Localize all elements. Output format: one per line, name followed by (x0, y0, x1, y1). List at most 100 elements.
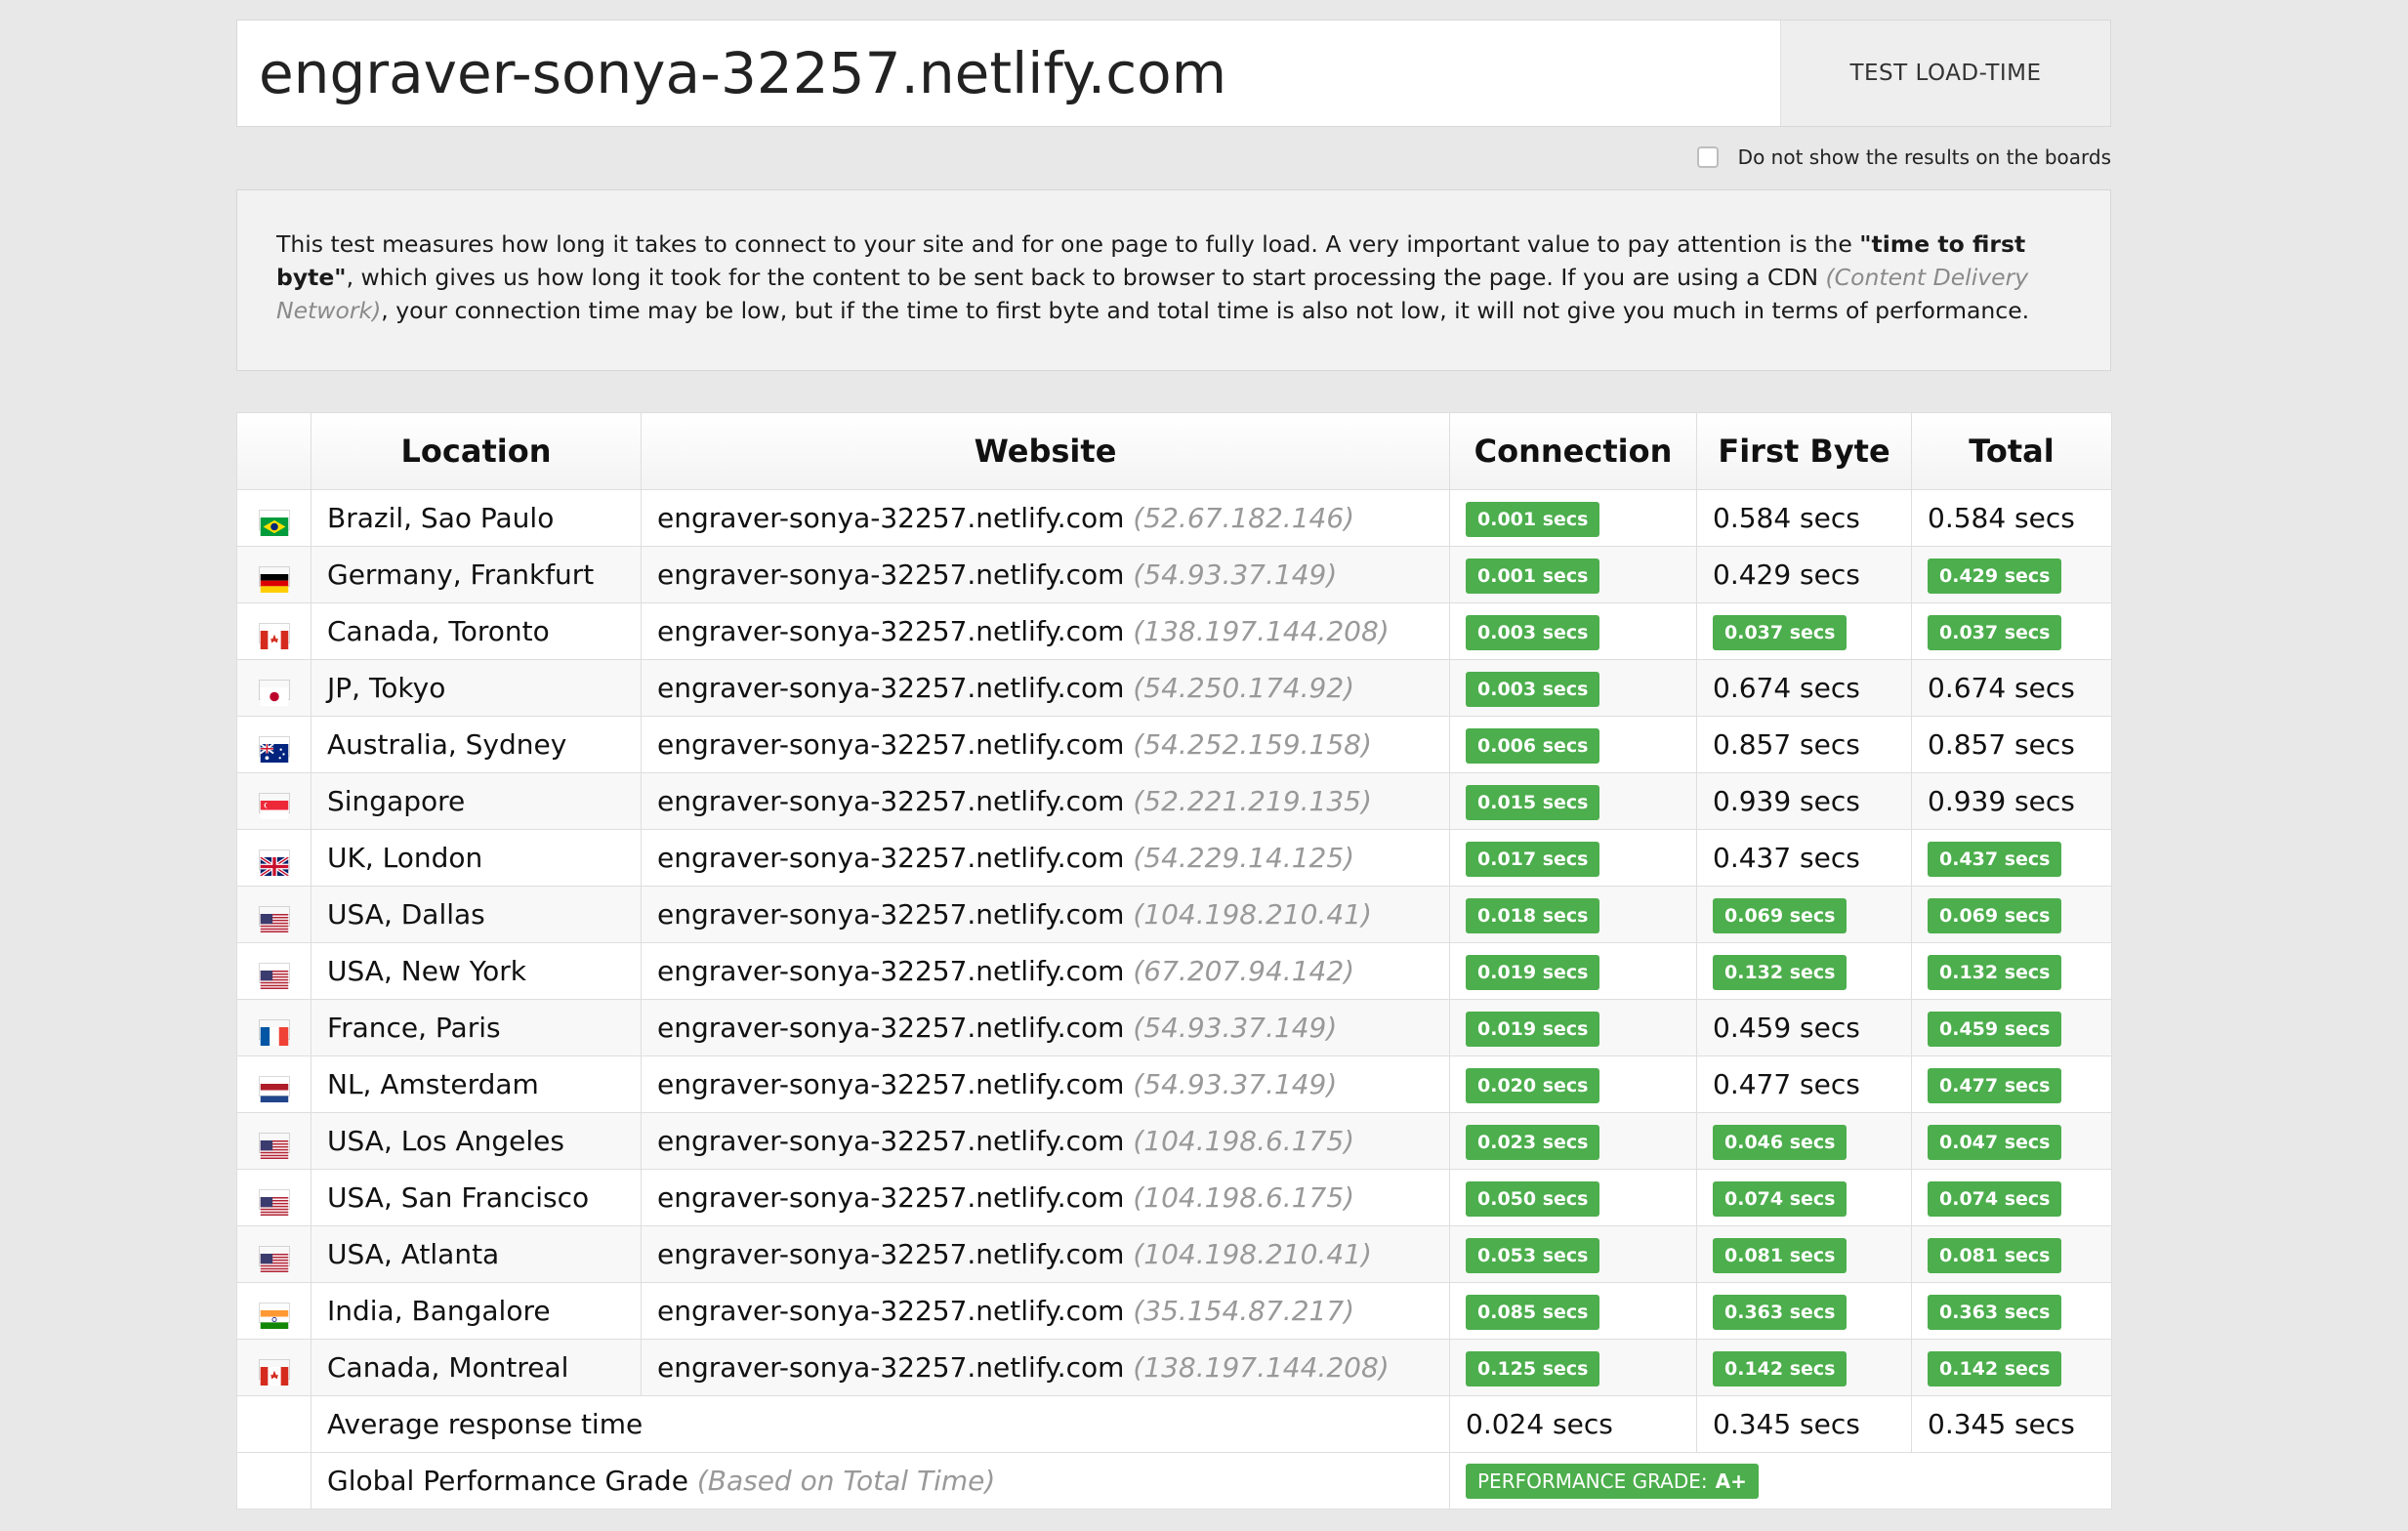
website-cell: engraver-sonya-32257.netlify.com (104.19… (641, 886, 1450, 943)
connection-cell: 0.001 secs (1449, 546, 1697, 603)
average-first-byte: 0.345 secs (1696, 1395, 1912, 1453)
total-badge: 0.081 secs (1928, 1237, 2062, 1273)
grade-flag-cell (236, 1452, 311, 1510)
website-cell: engraver-sonya-32257.netlify.com (138.19… (641, 602, 1450, 660)
location-cell: USA, San Francisco (311, 1169, 642, 1226)
total-cell: 0.069 secs (1911, 886, 2112, 943)
header-first-byte: First Byte (1696, 412, 1912, 490)
location-name: Singapore (327, 785, 466, 817)
website-host: engraver-sonya-32257.netlify.com (657, 785, 1125, 817)
total-badge: 0.477 secs (1928, 1067, 2062, 1103)
website-ip: (54.229.14.125) (1133, 842, 1355, 874)
grade-row: Global Performance Grade (Based on Total… (236, 1452, 2112, 1510)
hide-results-label: Do not show the results on the boards (1737, 145, 2111, 169)
website-ip: (54.250.174.92) (1133, 672, 1355, 704)
connection-cell: 0.020 secs (1449, 1055, 1697, 1113)
location-cell: USA, New York (311, 942, 642, 1000)
flag-cell (236, 602, 311, 660)
grade-badge-value: A+ (1715, 1469, 1747, 1493)
first-byte-badge: 0.046 secs (1713, 1124, 1848, 1160)
website-host: engraver-sonya-32257.netlify.com (657, 1181, 1125, 1214)
first-byte-value: 0.857 secs (1713, 728, 1860, 761)
location-name: France, Paris (327, 1012, 501, 1044)
grade-label: Global Performance Grade (327, 1465, 688, 1497)
first-byte-badge: 0.037 secs (1713, 614, 1848, 650)
first-byte-cell: 0.459 secs (1696, 999, 1912, 1056)
total-cell: 0.939 secs (1911, 772, 2112, 830)
page-container: TEST LOAD-TIME Do not show the results o… (236, 20, 2112, 1510)
website-ip: (104.198.210.41) (1133, 898, 1372, 931)
url-input[interactable] (237, 21, 1780, 126)
usa-flag-icon (258, 905, 290, 932)
total-value: 0.857 secs (1928, 728, 2075, 761)
first-byte-cell: 0.437 secs (1696, 829, 1912, 887)
connection-cell: 0.017 secs (1449, 829, 1697, 887)
table-row: NL, Amsterdam engraver-sonya-32257.netlif… (236, 1055, 2112, 1113)
website-ip: (52.221.219.135) (1133, 785, 1372, 817)
location-name: JP, Tokyo (327, 672, 446, 704)
info-box: This test measures how long it takes to … (236, 189, 2111, 371)
germany-flag-icon (258, 565, 290, 593)
connection-badge: 0.125 secs (1466, 1350, 1600, 1386)
connection-cell: 0.085 secs (1449, 1282, 1697, 1340)
first-byte-badge: 0.363 secs (1713, 1294, 1848, 1330)
website-host: engraver-sonya-32257.netlify.com (657, 1068, 1125, 1100)
grade-badge-label: PERFORMANCE GRADE: (1477, 1469, 1708, 1493)
usa-flag-icon (258, 1132, 290, 1159)
website-host: engraver-sonya-32257.netlify.com (657, 1012, 1125, 1044)
location-name: USA, Los Angeles (327, 1125, 564, 1157)
connection-badge: 0.015 secs (1466, 784, 1600, 820)
website-cell: engraver-sonya-32257.netlify.com (54.93.… (641, 1055, 1450, 1113)
connection-badge: 0.023 secs (1466, 1124, 1600, 1160)
location-cell: UK, London (311, 829, 642, 887)
average-connection: 0.024 secs (1449, 1395, 1697, 1453)
website-ip: (35.154.87.217) (1133, 1295, 1355, 1327)
location-cell: Australia, Sydney (311, 716, 642, 773)
website-ip: (138.197.144.208) (1133, 615, 1390, 647)
first-byte-cell: 0.142 secs (1696, 1339, 1912, 1396)
website-cell: engraver-sonya-32257.netlify.com (52.67.… (641, 489, 1450, 547)
flag-cell (236, 1339, 311, 1396)
website-ip: (54.93.37.149) (1133, 1068, 1338, 1100)
connection-cell: 0.003 secs (1449, 602, 1697, 660)
table-row: India, Bangalore engraver-sonya-32257.net… (236, 1282, 2112, 1340)
singapore-flag-icon (258, 792, 290, 819)
first-byte-value: 0.939 secs (1713, 785, 1860, 817)
total-badge: 0.047 secs (1928, 1124, 2062, 1160)
website-cell: engraver-sonya-32257.netlify.com (52.221… (641, 772, 1450, 830)
total-cell: 0.459 secs (1911, 999, 2112, 1056)
connection-badge: 0.001 secs (1466, 501, 1600, 537)
website-host: engraver-sonya-32257.netlify.com (657, 842, 1125, 874)
test-load-time-button[interactable]: TEST LOAD-TIME (1780, 21, 2110, 126)
total-cell: 0.132 secs (1911, 942, 2112, 1000)
website-host: engraver-sonya-32257.netlify.com (657, 955, 1125, 987)
total-badge: 0.429 secs (1928, 558, 2062, 594)
table-row: Canada, Montreal engraver-sonya-32257.net… (236, 1339, 2112, 1396)
website-cell: engraver-sonya-32257.netlify.com (54.252… (641, 716, 1450, 773)
flag-cell (236, 489, 311, 547)
japan-flag-icon (258, 679, 290, 706)
location-cell: Brazil, Sao Paulo (311, 489, 642, 547)
website-cell: engraver-sonya-32257.netlify.com (54.93.… (641, 999, 1450, 1056)
website-cell: engraver-sonya-32257.netlify.com (54.250… (641, 659, 1450, 717)
connection-cell: 0.006 secs (1449, 716, 1697, 773)
website-ip: (104.198.210.41) (1133, 1238, 1372, 1270)
website-ip: (54.252.159.158) (1133, 728, 1372, 761)
header-location: Location (311, 412, 642, 490)
website-host: engraver-sonya-32257.netlify.com (657, 1295, 1125, 1327)
first-byte-value: 0.584 secs (1713, 502, 1860, 534)
info-text-2: , which gives us how long it took for th… (346, 264, 1826, 291)
flag-cell (236, 829, 311, 887)
flag-cell (236, 1282, 311, 1340)
total-badge: 0.459 secs (1928, 1011, 2062, 1047)
hide-results-checkbox[interactable] (1696, 146, 1719, 168)
first-byte-cell: 0.074 secs (1696, 1169, 1912, 1226)
website-host: engraver-sonya-32257.netlify.com (657, 672, 1125, 704)
total-cell: 0.429 secs (1911, 546, 2112, 603)
connection-badge: 0.085 secs (1466, 1294, 1600, 1330)
grade-badge-cell: PERFORMANCE GRADE: A+ (1449, 1452, 2112, 1510)
hide-results-option: Do not show the results on the boards (236, 127, 2111, 187)
website-cell: engraver-sonya-32257.netlify.com (54.93.… (641, 546, 1450, 603)
connection-badge: 0.019 secs (1466, 954, 1600, 990)
connection-badge: 0.020 secs (1466, 1067, 1600, 1103)
